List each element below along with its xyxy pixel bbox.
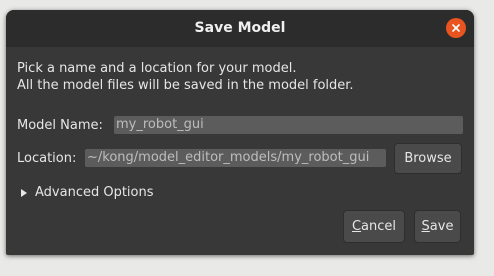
browse-button[interactable]: Browse — [394, 143, 462, 174]
model-name-input[interactable]: my_robot_gui — [114, 116, 463, 134]
advanced-options-label: Advanced Options — [35, 185, 154, 200]
cancel-button[interactable]: Cancel — [343, 210, 405, 243]
save-model-dialog: Save Model Pick a name and a location fo… — [6, 10, 474, 255]
location-input[interactable]: ~/kong/model_editor_models/my_robot_gui — [85, 149, 386, 167]
cancel-button-label: Cancel — [351, 219, 397, 234]
triangle-right-icon — [21, 188, 27, 197]
location-label: Location: — [17, 151, 77, 166]
close-button[interactable] — [446, 18, 466, 38]
desktop-background: Save Model Pick a name and a location fo… — [0, 0, 494, 276]
description-line-2: All the model files will be saved in the… — [17, 78, 354, 93]
model-name-value: my_robot_gui — [116, 117, 204, 132]
model-name-label: Model Name: — [17, 118, 103, 133]
save-button[interactable]: Save — [414, 210, 461, 243]
dialog-title: Save Model — [194, 20, 286, 36]
close-icon — [452, 24, 460, 32]
dialog-titlebar[interactable]: Save Model — [6, 10, 474, 47]
save-button-label: Save — [421, 219, 454, 234]
description-line-1: Pick a name and a location for your mode… — [17, 61, 297, 76]
location-value: ~/kong/model_editor_models/my_robot_gui — [87, 150, 370, 165]
dialog-description: Pick a name and a location for your mode… — [17, 60, 354, 94]
browse-button-label: Browse — [404, 151, 452, 166]
advanced-options-expander[interactable]: Advanced Options — [21, 185, 154, 200]
